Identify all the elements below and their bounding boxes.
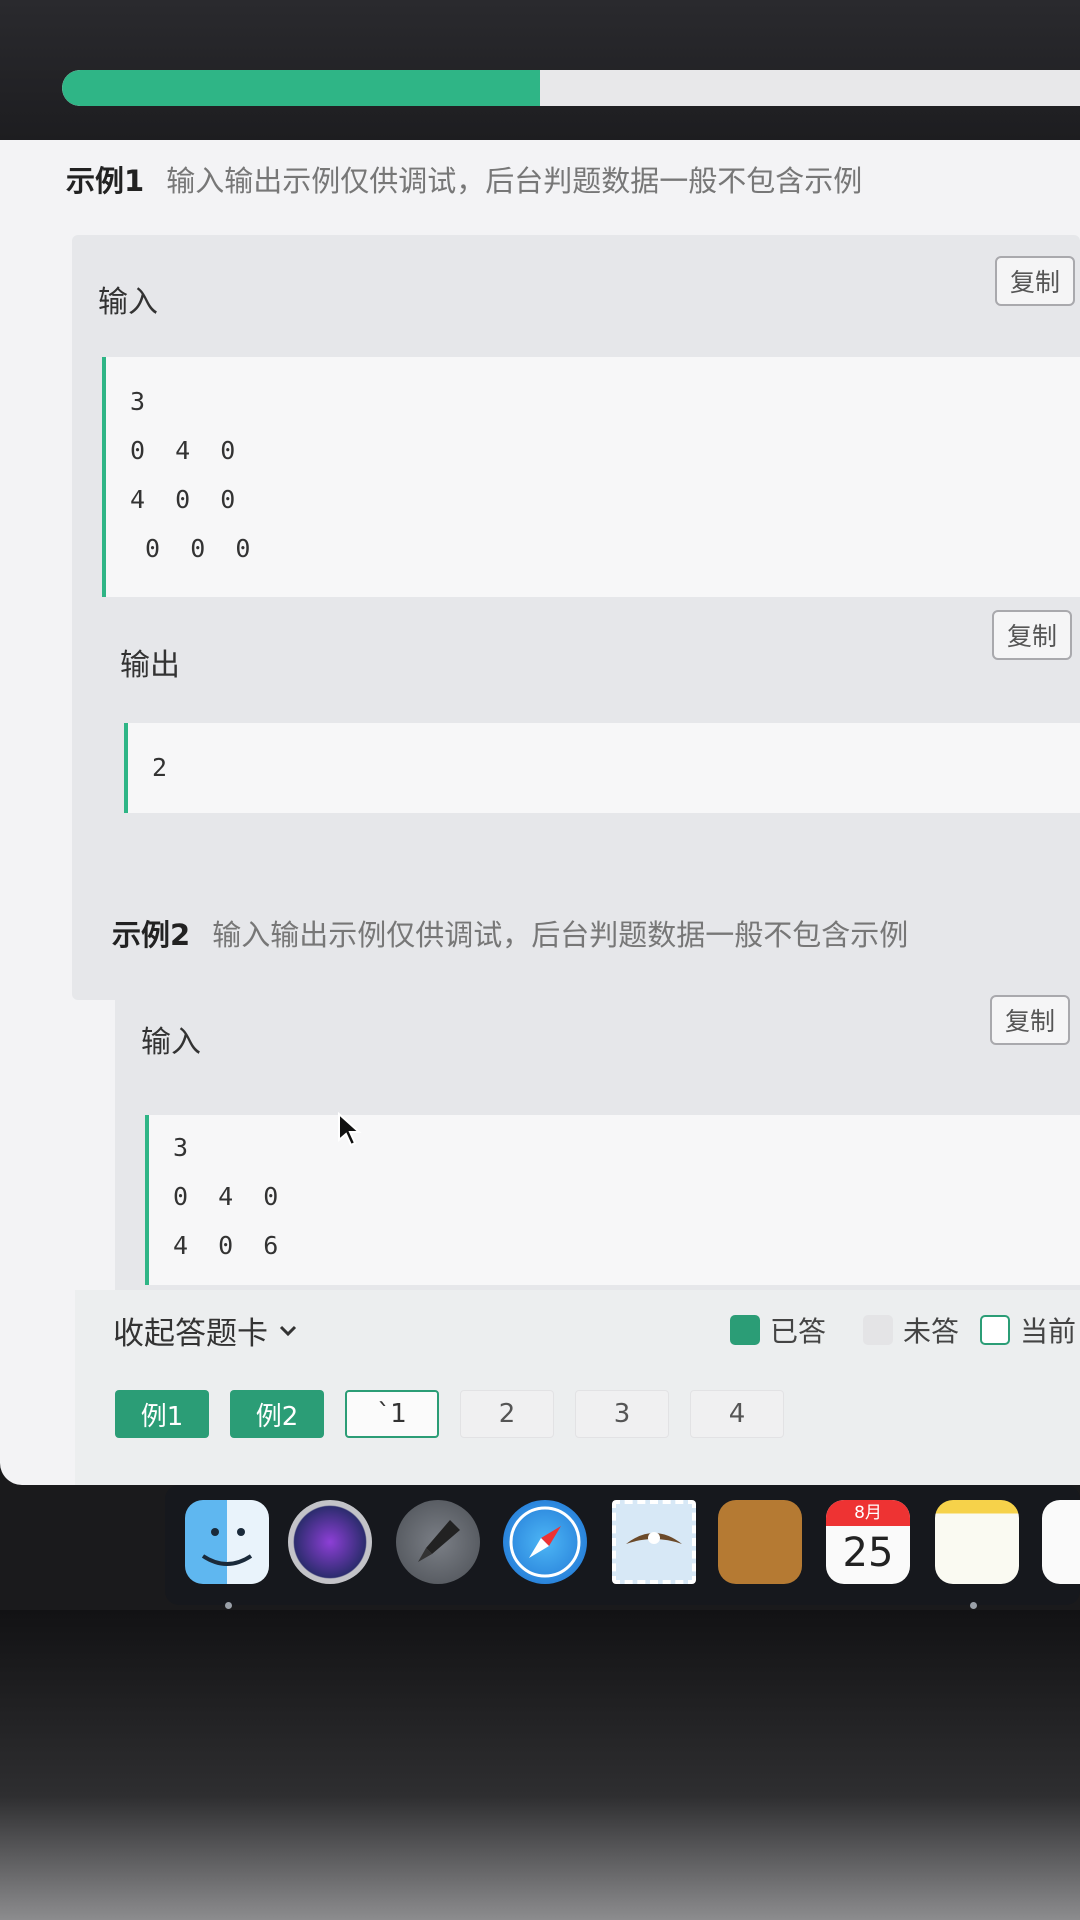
answered-swatch xyxy=(730,1315,760,1345)
current-swatch xyxy=(980,1315,1010,1345)
example-2-input-copy-button[interactable]: 复制 xyxy=(990,995,1070,1045)
chevron-down-icon xyxy=(279,1325,297,1336)
safari-icon[interactable] xyxy=(503,1500,587,1584)
legend-current-label: 当前 xyxy=(1020,1315,1077,1348)
collapse-label: 收起答题卡 xyxy=(113,1316,268,1352)
example-1-title: 示例1 xyxy=(66,164,145,198)
code-line: 2 xyxy=(152,753,168,782)
mouse-cursor-icon xyxy=(338,1112,362,1147)
example-1-input-label: 输入 xyxy=(98,285,158,320)
exam-page: 示例1 输入输出示例仅供调试，后台判题数据一般不包含示例 输入 复制 3 0 4 … xyxy=(0,140,1080,1485)
finder-face-icon xyxy=(201,1528,253,1566)
collapse-answer-card-button[interactable]: 收起答题卡 xyxy=(113,1308,298,1353)
notes-running-indicator xyxy=(970,1602,977,1609)
question-button-2[interactable]: 2 xyxy=(460,1390,554,1438)
answer-card: 收起答题卡 已答 未答 当前 例1 例2 `1 2 3 4 xyxy=(75,1290,1080,1485)
rocket-icon xyxy=(418,1520,460,1562)
example-1-output-copy-button[interactable]: 复制 xyxy=(992,610,1072,660)
code-line: 3 xyxy=(130,387,146,416)
example-2-title: 示例2 xyxy=(112,918,191,952)
progress-bar xyxy=(62,70,1080,106)
example-1-description: 输入输出示例仅供调试，后台判题数据一般不包含示例 xyxy=(166,164,863,198)
question-button-4[interactable]: 4 xyxy=(690,1390,784,1438)
example-2-description: 输入输出示例仅供调试，后台判题数据一般不包含示例 xyxy=(212,918,909,952)
example-1-input-copy-button[interactable]: 复制 xyxy=(995,256,1075,306)
contacts-icon[interactable] xyxy=(718,1500,802,1584)
example-1-header: 示例1 输入输出示例仅供调试，后台判题数据一般不包含示例 xyxy=(66,158,862,200)
code-line: 3 xyxy=(173,1133,189,1162)
example-1-output-code: 2 xyxy=(124,723,1080,813)
laptop-bezel xyxy=(0,1610,1080,1920)
example-1-output-label: 输出 xyxy=(120,648,180,683)
code-line: 4 0 0 xyxy=(130,485,236,514)
compass-icon xyxy=(509,1506,581,1578)
example-1-panel: 输入 复制 3 0 4 0 4 0 0 0 0 0 输出 复制 2 xyxy=(72,235,1080,1000)
legend-unanswered-label: 未答 xyxy=(903,1315,960,1348)
eagle-stamp-icon xyxy=(626,1532,682,1544)
reminders-icon[interactable] xyxy=(1042,1500,1080,1584)
question-button-example-2[interactable]: 例2 xyxy=(230,1390,324,1438)
example-1-input-code: 3 0 4 0 4 0 0 0 0 0 xyxy=(102,357,1080,597)
code-line: 4 0 6 xyxy=(173,1231,279,1260)
launchpad-icon[interactable] xyxy=(396,1500,480,1584)
question-button-example-1[interactable]: 例1 xyxy=(115,1390,209,1438)
example-2-input-code: 3 0 4 0 4 0 6 xyxy=(145,1115,1080,1285)
notes-icon[interactable] xyxy=(935,1500,1019,1584)
code-line: 0 4 0 xyxy=(130,436,236,465)
mail-icon[interactable] xyxy=(612,1500,696,1584)
progress-fill xyxy=(62,70,541,106)
question-button-3[interactable]: 3 xyxy=(575,1390,669,1438)
legend-current: 当前 xyxy=(980,1310,1076,1350)
siri-icon[interactable] xyxy=(288,1500,372,1584)
calendar-month: 8月 xyxy=(826,1500,910,1526)
finder-icon[interactable] xyxy=(185,1500,269,1584)
calendar-day: 25 xyxy=(842,1530,894,1576)
question-button-1[interactable]: `1 xyxy=(345,1390,439,1438)
example-2-header: 示例2 输入输出示例仅供调试，后台判题数据一般不包含示例 xyxy=(112,912,908,954)
code-line: 0 4 0 xyxy=(173,1182,279,1211)
finder-running-indicator xyxy=(225,1602,232,1609)
unanswered-swatch xyxy=(863,1315,893,1345)
legend-answered: 已答 xyxy=(730,1310,826,1350)
legend-unanswered: 未答 xyxy=(863,1310,959,1350)
example-2-input-label: 输入 xyxy=(141,1025,201,1060)
calendar-icon[interactable]: 8月 25 xyxy=(826,1500,910,1584)
legend-answered-label: 已答 xyxy=(770,1315,827,1348)
code-line: 0 0 0 xyxy=(130,534,251,563)
